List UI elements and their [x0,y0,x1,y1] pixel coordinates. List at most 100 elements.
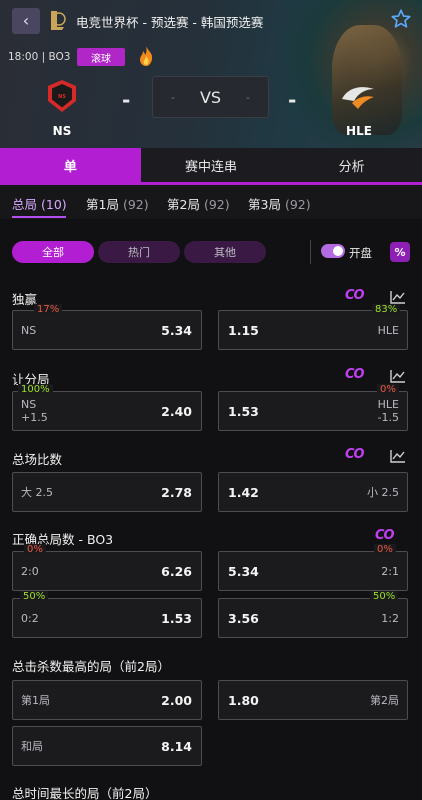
odds-value: 2.00 [161,693,192,708]
tab-analysis[interactable]: 分析 [281,148,422,182]
tab-round-all[interactable]: 总局 (10) [12,194,67,213]
odds-value: 6.26 [161,564,192,579]
open-market-toggle[interactable] [321,244,345,258]
team-logo-ns: NS [48,80,76,112]
live-badge: 滚球 [77,48,125,66]
selection-label: 2:0 [21,565,39,578]
vs-panel: - VS - [152,76,269,118]
selection-label: 小 2.5 [367,486,399,499]
odds-pct: 50% [370,591,399,602]
odds-pct: 50% [20,591,49,602]
odds-button-game-2[interactable]: 1.80 第2局 [218,680,408,720]
co-icon[interactable]: CO [345,288,365,303]
odds-value: 5.34 [161,323,192,338]
selection-label: NS [21,398,37,411]
odds-button-score-0-2[interactable]: 0:2 1.53 [12,598,202,638]
odds-value: 1.15 [228,323,259,338]
tab-round-count: (92) [122,197,149,212]
odds-button-draw[interactable]: 和局 8.14 [12,726,202,766]
odds-value: 1.42 [228,485,259,500]
match-time-format: 18:00 | BO3 [8,51,71,63]
odds-value: 5.34 [228,564,259,579]
odds-value: 3.56 [228,611,259,626]
vs-home-mini: - [171,90,175,104]
odds-pct-hle: 83% [372,304,401,315]
odds-button-over[interactable]: 大 2.5 2.78 [12,472,202,512]
market-title-total: 总场比数 [12,452,63,467]
odds-button-ns-win[interactable]: NS 5.34 [12,310,202,350]
back-button[interactable]: ‹ [12,8,40,34]
chart-icon[interactable] [390,290,406,304]
selection-label: NS [21,324,37,337]
co-icon[interactable]: CO [345,367,365,382]
selection-label: HLE [377,398,399,411]
round-tabs: 总局 (10) 第1局 (92) 第2局 (92) 第3局 (92) [0,185,422,219]
selection-label: 1:2 [381,612,399,625]
odds-button-hle-win[interactable]: 1.15 HLE [218,310,408,350]
home-team-name: NS [52,124,72,138]
odds-pct-ns: 17% [34,304,63,315]
tab-round-3[interactable]: 第3局 (92) [248,194,311,213]
filter-all[interactable]: 全部 [12,241,94,263]
filter-divider [310,240,311,264]
tab-round-count: (10) [41,197,67,212]
odds-button-ns-handicap[interactable]: NS +1.5 2.40 [12,391,202,431]
match-header: ‹ 电竞世界杯 - 预选赛 - 韩国预选赛 18:00 | BO3 滚球 NS … [0,0,422,148]
odds-value: 2.78 [161,485,192,500]
team-logo-hle [342,87,374,109]
tab-round-1[interactable]: 第1局 (92) [86,194,149,213]
league-of-legends-icon [51,11,66,30]
tab-round-label: 第1局 [86,197,119,212]
odds-button-score-2-1[interactable]: 5.34 2:1 [218,551,408,591]
fire-icon [140,46,153,66]
filter-other[interactable]: 其他 [184,241,266,263]
odds-pct: 0% [24,544,46,555]
main-tabs: 单 赛中连串 分析 [0,148,422,182]
selection-label: 和局 [21,740,43,753]
odds-value: 1.53 [228,404,259,419]
odds-value: 2.40 [161,404,192,419]
tab-round-label: 第3局 [248,197,281,212]
co-icon[interactable]: CO [375,528,395,543]
odds-value: 8.14 [161,739,192,754]
odds-button-score-2-0[interactable]: 2:0 6.26 [12,551,202,591]
tab-round-count: (92) [203,197,230,212]
handicap-line: -1.5 [377,411,399,424]
handicap-line: +1.5 [21,411,48,424]
svg-text:NS: NS [58,94,66,100]
tab-round-2[interactable]: 第2局 (92) [167,194,230,213]
open-market-label: 开盘 [349,246,372,260]
tab-single[interactable]: 单 [0,148,141,182]
chart-icon[interactable] [390,449,406,463]
odds-button-under[interactable]: 1.42 小 2.5 [218,472,408,512]
filter-hot[interactable]: 热门 [98,241,180,263]
vs-away-mini: - [246,90,250,104]
page-title: 电竞世界杯 - 预选赛 - 韩国预选赛 [76,15,264,30]
toggle-knob [333,246,343,256]
tab-round-count: (92) [284,197,311,212]
chart-icon[interactable] [390,369,406,383]
odds-button-score-1-2[interactable]: 3.56 1:2 [218,598,408,638]
market-title-most-kills: 总击杀数最高的局（前2局） [12,659,170,674]
selection-label: 大 2.5 [21,486,53,499]
tab-round-label: 总局 [12,197,38,212]
percent-button[interactable]: % [390,242,410,262]
selection-label: 0:2 [21,612,39,625]
star-icon[interactable] [390,8,412,30]
selection-label: 第1局 [21,694,50,707]
odds-button-game-1[interactable]: 第1局 2.00 [12,680,202,720]
tab-live-parlay[interactable]: 赛中连串 [141,148,282,182]
chevron-left-icon: ‹ [22,11,30,30]
selection-label: 2:1 [381,565,399,578]
odds-pct: 0% [374,544,396,555]
market-title-longest-time: 总时间最长的局（前2局） [12,786,158,800]
odds-pct-ns: 100% [18,384,53,395]
selection-label: HLE [377,324,399,337]
odds-button-hle-handicap[interactable]: 1.53 HLE -1.5 [218,391,408,431]
selection-label: 第2局 [370,694,399,707]
home-score: - [122,88,131,112]
co-icon[interactable]: CO [345,447,365,462]
vs-label: VS [199,87,222,107]
away-team-name: HLE [346,124,372,138]
odds-value: 1.53 [161,611,192,626]
